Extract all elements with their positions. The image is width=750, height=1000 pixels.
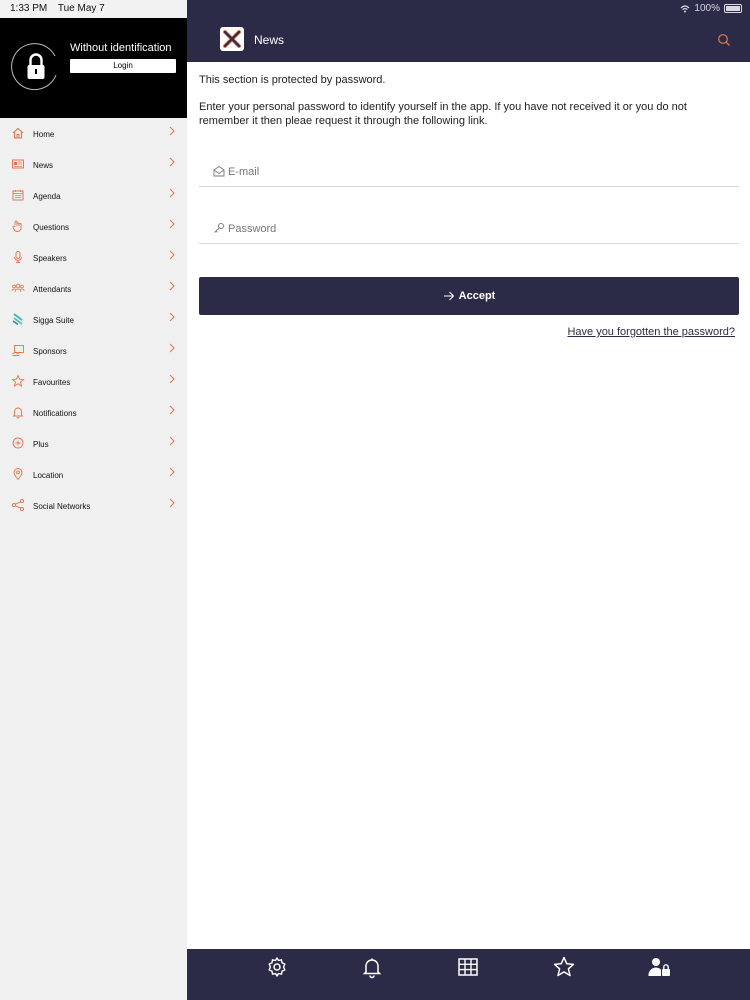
microphone-icon <box>14 251 22 263</box>
sidebar-menu: Home News Agenda Questions Speakers Atte… <box>0 118 187 521</box>
sidebar-item-label: Location <box>33 471 64 480</box>
chevron-right-icon <box>169 312 175 322</box>
bell-icon <box>362 958 382 979</box>
tab-profile-lock[interactable] <box>647 955 671 979</box>
chevron-right-icon <box>169 467 175 477</box>
email-input[interactable] <box>228 163 718 181</box>
sidebar-item-attendants[interactable]: Attendants <box>0 273 187 304</box>
login-button[interactable]: Login <box>70 59 176 73</box>
arrow-right-icon <box>443 291 454 301</box>
people-icon <box>11 283 25 293</box>
password-field <box>199 217 739 244</box>
sidebar-item-label: Speakers <box>33 254 67 263</box>
battery-icon <box>724 4 742 13</box>
sidebar-item-favourites[interactable]: Favourites <box>0 366 187 397</box>
status-time: 1:33 PM <box>10 3 48 14</box>
instruction-text: Enter your personal password to identify… <box>199 101 687 127</box>
sidebar: Without identification Login Home News A… <box>0 0 187 1000</box>
sidebar-item-agenda[interactable]: Agenda <box>0 180 187 211</box>
share-icon <box>11 498 25 512</box>
email-field <box>199 160 739 187</box>
accept-button[interactable]: Accept <box>199 277 739 315</box>
sidebar-item-label: Notifications <box>33 409 77 418</box>
sponsor-icon <box>12 345 24 356</box>
chevron-right-icon <box>169 219 175 229</box>
newspaper-icon <box>12 159 24 169</box>
chevron-right-icon <box>169 281 175 291</box>
sidebar-item-sponsors[interactable]: Sponsors <box>0 335 187 366</box>
sidebar-item-label: Agenda <box>33 192 61 201</box>
tab-settings[interactable] <box>265 955 289 979</box>
user-lock-icon <box>648 958 670 976</box>
home-icon <box>12 127 24 139</box>
chevron-right-icon <box>169 126 175 136</box>
forgot-password-link[interactable]: Have you forgotten the password? <box>567 326 735 338</box>
envelope-open-icon <box>213 165 225 177</box>
search-icon[interactable] <box>717 33 731 47</box>
page-title: News <box>254 33 285 47</box>
tab-favourites[interactable] <box>552 955 576 979</box>
chevron-right-icon <box>169 436 175 446</box>
status-bar: 1:33 PM Tue May 7 100% <box>0 0 750 18</box>
status-left: 1:33 PM Tue May 7 <box>10 3 113 14</box>
sigga-logo-icon <box>12 313 23 326</box>
key-icon <box>214 223 224 233</box>
sidebar-item-location[interactable]: Location <box>0 459 187 490</box>
app-logo-icon <box>220 27 244 51</box>
gear-icon <box>268 957 286 977</box>
battery-percent: 100% <box>694 3 720 14</box>
wifi-icon <box>680 4 690 12</box>
sidebar-item-notifications[interactable]: Notifications <box>0 397 187 428</box>
chevron-right-icon <box>169 343 175 353</box>
sidebar-item-label: Sigga Suite <box>33 316 74 325</box>
profile-name: Without identification <box>70 42 172 54</box>
grid-icon <box>458 958 478 976</box>
chevron-right-icon <box>169 374 175 384</box>
chevron-right-icon <box>169 250 175 260</box>
star-icon <box>11 374 25 387</box>
sidebar-item-label: Favourites <box>33 378 71 387</box>
sidebar-item-sigga-suite[interactable]: Sigga Suite <box>0 304 187 335</box>
sidebar-item-social-networks[interactable]: Social Networks <box>0 490 187 521</box>
sidebar-item-label: Attendants <box>33 285 72 294</box>
tab-notifications[interactable] <box>360 955 384 979</box>
sidebar-item-news[interactable]: News <box>0 149 187 180</box>
profile-panel: Without identification Login <box>0 18 187 118</box>
lock-avatar-icon <box>11 42 61 92</box>
sidebar-item-label: News <box>33 161 54 170</box>
status-date: Tue May 7 <box>57 3 105 14</box>
plus-circle-icon <box>12 437 24 449</box>
sidebar-item-speakers[interactable]: Speakers <box>0 242 187 273</box>
password-input[interactable] <box>228 220 718 238</box>
chevron-right-icon <box>169 405 175 415</box>
sidebar-item-label: Sponsors <box>33 347 67 356</box>
tab-grid[interactable] <box>456 955 480 979</box>
sidebar-item-home[interactable]: Home <box>0 118 187 149</box>
sidebar-item-questions[interactable]: Questions <box>0 211 187 242</box>
sidebar-item-plus[interactable]: Plus <box>0 428 187 459</box>
bell-icon <box>12 407 24 419</box>
protected-notice: This section is protected by password. <box>199 74 386 86</box>
calendar-icon <box>12 190 24 201</box>
accept-label: Accept <box>458 290 496 302</box>
location-pin-icon <box>13 468 23 481</box>
status-right: 100% <box>680 3 742 14</box>
sidebar-item-label: Plus <box>33 440 49 449</box>
star-icon <box>553 956 575 977</box>
chevron-right-icon <box>169 188 175 198</box>
chevron-right-icon <box>169 157 175 167</box>
hand-icon <box>12 220 22 232</box>
sidebar-item-label: Social Networks <box>33 502 91 511</box>
sidebar-item-label: Questions <box>33 223 70 232</box>
sidebar-item-label: Home <box>33 130 55 139</box>
chevron-right-icon <box>169 498 175 508</box>
bottom-tab-bar <box>187 949 750 1000</box>
